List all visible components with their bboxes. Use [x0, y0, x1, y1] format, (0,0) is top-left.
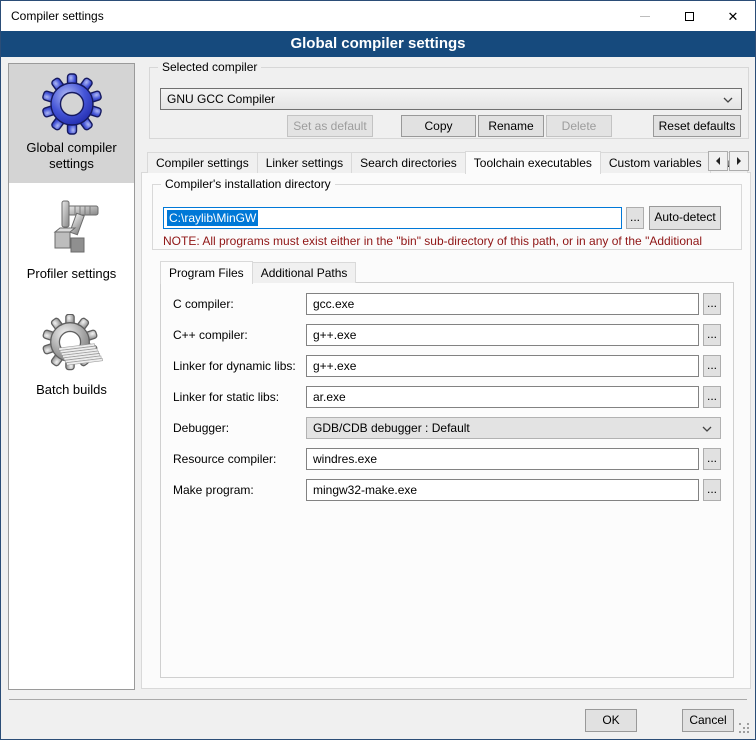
- field-label: Make program:: [173, 483, 254, 497]
- window-title: Compiler settings: [11, 1, 104, 31]
- toolchain-executables-panel: Compiler's installation directory C:\ray…: [141, 172, 751, 689]
- browse-dynamic-linker-button[interactable]: ...: [703, 355, 721, 377]
- chevron-down-icon: [702, 426, 712, 432]
- rename-button[interactable]: Rename: [478, 115, 544, 137]
- settings-tabstrip: Compiler settings Linker settings Search…: [147, 149, 748, 173]
- tab-compiler-settings[interactable]: Compiler settings: [147, 152, 258, 173]
- field-row-debugger: Debugger: GDB/CDB debugger : Default: [173, 417, 721, 439]
- field-label: Linker for static libs:: [173, 390, 279, 404]
- field-row-make-program: Make program: ...: [173, 479, 721, 501]
- maximize-icon: [685, 12, 694, 21]
- tab-program-files[interactable]: Program Files: [160, 261, 253, 284]
- field-label: Resource compiler:: [173, 452, 276, 466]
- minimize-button[interactable]: [623, 1, 667, 31]
- sidebar-item-profiler-settings[interactable]: Profiler settings: [9, 190, 134, 294]
- tab-linker-settings[interactable]: Linker settings: [257, 152, 352, 173]
- program-files-panel: C compiler: ... C++ compiler: ... Linker…: [160, 282, 734, 678]
- auto-detect-button[interactable]: Auto-detect: [649, 206, 721, 230]
- tab-custom-variables[interactable]: Custom variables: [600, 152, 711, 173]
- compiler-settings-window: Compiler settings ✕ Global compiler sett…: [0, 0, 756, 740]
- ok-button[interactable]: OK: [585, 709, 637, 732]
- tab-toolchain-executables[interactable]: Toolchain executables: [465, 151, 601, 174]
- tab-search-directories[interactable]: Search directories: [351, 152, 466, 173]
- sidebar: Global compiler settings: [8, 63, 135, 690]
- resource-compiler-input[interactable]: [306, 448, 699, 470]
- footer-divider: [9, 699, 747, 700]
- sidebar-item-label: Batch builds: [9, 382, 134, 398]
- gray-gear-stack-icon: [40, 314, 104, 378]
- set-as-default-button[interactable]: Set as default: [287, 115, 373, 137]
- arrow-left-icon: [716, 157, 720, 165]
- sidebar-item-global-compiler-settings[interactable]: Global compiler settings: [9, 64, 134, 183]
- browse-c-compiler-button[interactable]: ...: [703, 293, 721, 315]
- close-button[interactable]: ✕: [711, 1, 755, 31]
- install-dir-group: Compiler's installation directory C:\ray…: [152, 184, 742, 250]
- field-label: Linker for dynamic libs:: [173, 359, 296, 373]
- chevron-down-icon: [723, 97, 733, 103]
- maximize-button[interactable]: [667, 1, 711, 31]
- arrow-right-icon: [737, 157, 741, 165]
- field-row-static-linker: Linker for static libs: ...: [173, 386, 721, 408]
- resize-grip[interactable]: [739, 723, 751, 735]
- field-row-c-compiler: C compiler: ...: [173, 293, 721, 315]
- cpp-compiler-input[interactable]: [306, 324, 699, 346]
- window-controls: ✕: [623, 1, 755, 31]
- browse-make-program-button[interactable]: ...: [703, 479, 721, 501]
- group-title: Selected compiler: [158, 60, 261, 74]
- cancel-button[interactable]: Cancel: [682, 709, 734, 732]
- field-row-resource-compiler: Resource compiler: ...: [173, 448, 721, 470]
- c-compiler-input[interactable]: [306, 293, 699, 315]
- blue-gear-icon: [40, 72, 104, 136]
- field-row-dynamic-linker: Linker for dynamic libs: ...: [173, 355, 721, 377]
- group-title: Compiler's installation directory: [161, 177, 335, 191]
- browse-static-linker-button[interactable]: ...: [703, 386, 721, 408]
- tab-scroll-arrows: [707, 151, 749, 171]
- field-label: C++ compiler:: [173, 328, 248, 342]
- tab-scroll-left-button[interactable]: [708, 151, 728, 171]
- copy-button[interactable]: Copy: [401, 115, 476, 137]
- install-dir-value: C:\raylib\MinGW: [167, 210, 258, 226]
- field-row-cpp-compiler: C++ compiler: ...: [173, 324, 721, 346]
- titlebar[interactable]: Compiler settings ✕: [1, 1, 755, 31]
- dynamic-linker-input[interactable]: [306, 355, 699, 377]
- sidebar-item-batch-builds[interactable]: Batch builds: [9, 306, 134, 418]
- debugger-select[interactable]: GDB/CDB debugger : Default: [306, 417, 721, 439]
- close-icon: ✕: [728, 10, 739, 23]
- tab-additional-paths[interactable]: Additional Paths: [252, 262, 357, 283]
- debugger-select-value: GDB/CDB debugger : Default: [313, 421, 470, 435]
- browse-cpp-compiler-button[interactable]: ...: [703, 324, 721, 346]
- sidebar-item-label: Profiler settings: [9, 266, 134, 282]
- sidebar-item-label: Global compiler settings: [9, 140, 134, 173]
- caliper-icon: [40, 198, 104, 262]
- install-dir-input[interactable]: C:\raylib\MinGW: [163, 207, 622, 229]
- browse-resource-compiler-button[interactable]: ...: [703, 448, 721, 470]
- compiler-select-value: GNU GCC Compiler: [167, 92, 275, 106]
- tab-scroll-right-button[interactable]: [729, 151, 749, 171]
- page-title: Global compiler settings: [1, 31, 755, 57]
- program-files-tabstrip: Program Files Additional Paths: [160, 259, 356, 283]
- field-label: Debugger:: [173, 421, 229, 435]
- minimize-icon: [640, 16, 650, 17]
- field-label: C compiler:: [173, 297, 234, 311]
- compiler-select[interactable]: GNU GCC Compiler: [160, 88, 742, 110]
- make-program-input[interactable]: [306, 479, 699, 501]
- delete-button[interactable]: Delete: [546, 115, 612, 137]
- reset-defaults-button[interactable]: Reset defaults: [653, 115, 741, 137]
- selected-compiler-group: Selected compiler GNU GCC Compiler Set a…: [149, 67, 749, 139]
- static-linker-input[interactable]: [306, 386, 699, 408]
- install-dir-note: NOTE: All programs must exist either in …: [163, 234, 735, 248]
- browse-install-dir-button[interactable]: ...: [626, 207, 644, 229]
